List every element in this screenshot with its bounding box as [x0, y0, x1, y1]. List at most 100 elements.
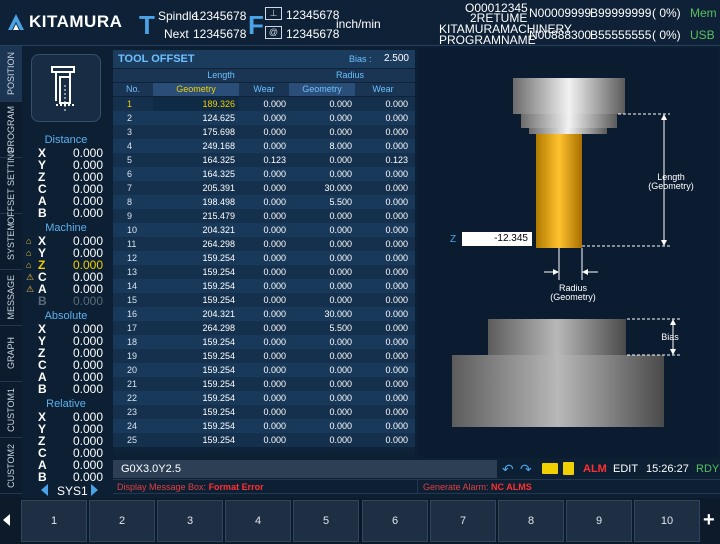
cell-radius-wear[interactable]: 0.000	[355, 321, 411, 335]
redo-icon[interactable]: ↷	[520, 461, 532, 478]
cell-length-wear[interactable]: 0.000	[239, 321, 289, 335]
z-value-field[interactable]: -12.345	[462, 232, 532, 246]
cell-length-wear[interactable]: 0.000	[239, 433, 289, 447]
softkey-6[interactable]: 6	[362, 500, 428, 542]
cell-no[interactable]: 20	[113, 363, 153, 377]
cell-no[interactable]: 7	[113, 181, 153, 195]
cell-length-wear[interactable]: 0.000	[239, 307, 289, 321]
cell-no[interactable]: 12	[113, 251, 153, 265]
cell-length-geometry[interactable]: 205.391	[153, 181, 239, 195]
calculator-icon[interactable]	[563, 462, 574, 475]
cell-radius-geometry[interactable]: 0.000	[289, 237, 355, 251]
table-row[interactable]: 25 159.254 0.000 0.000 0.000	[113, 433, 415, 447]
cell-length-wear[interactable]: 0.000	[239, 293, 289, 307]
cell-length-geometry[interactable]: 164.325	[153, 167, 239, 181]
cell-no[interactable]: 14	[113, 279, 153, 293]
cell-no[interactable]: 24	[113, 419, 153, 433]
cell-length-wear[interactable]: 0.000	[239, 223, 289, 237]
tab-system[interactable]: SYSTEM	[0, 214, 22, 270]
cell-radius-wear[interactable]: 0.000	[355, 167, 411, 181]
cell-length-geometry[interactable]: 249.168	[153, 139, 239, 153]
table-row[interactable]: 18 159.254 0.000 0.000 0.000	[113, 335, 415, 349]
cell-radius-geometry[interactable]: 5.500	[289, 195, 355, 209]
cell-radius-wear[interactable]: 0.000	[355, 405, 411, 419]
cell-radius-wear[interactable]: 0.123	[355, 153, 411, 167]
cell-length-wear[interactable]: 0.000	[239, 125, 289, 139]
cell-no[interactable]: 1	[113, 97, 153, 111]
cell-radius-wear[interactable]: 0.000	[355, 293, 411, 307]
undo-icon[interactable]: ↶	[502, 461, 514, 478]
cell-no[interactable]: 13	[113, 265, 153, 279]
table-row[interactable]: 21 159.254 0.000 0.000 0.000	[113, 377, 415, 391]
table-row[interactable]: 10 204.321 0.000 0.000 0.000	[113, 223, 415, 237]
cell-radius-wear[interactable]: 0.000	[355, 237, 411, 251]
cell-radius-geometry[interactable]: 0.000	[289, 153, 355, 167]
softkey-4[interactable]: 4	[225, 500, 291, 542]
cell-radius-geometry[interactable]: 0.000	[289, 335, 355, 349]
cell-no[interactable]: 5	[113, 153, 153, 167]
cell-no[interactable]: 21	[113, 377, 153, 391]
cell-length-geometry[interactable]: 159.254	[153, 349, 239, 363]
cell-radius-geometry[interactable]: 0.000	[289, 293, 355, 307]
table-row[interactable]: 3 175.698 0.000 0.000 0.000	[113, 125, 415, 139]
cell-radius-wear[interactable]: 0.000	[355, 363, 411, 377]
cell-radius-wear[interactable]: 0.000	[355, 251, 411, 265]
cell-length-wear[interactable]: 0.000	[239, 405, 289, 419]
cell-length-geometry[interactable]: 159.254	[153, 391, 239, 405]
cell-radius-wear[interactable]: 0.000	[355, 419, 411, 433]
cell-length-wear[interactable]: 0.000	[239, 111, 289, 125]
cell-length-geometry[interactable]: 159.254	[153, 433, 239, 447]
cell-no[interactable]: 19	[113, 349, 153, 363]
cell-length-wear[interactable]: 0.000	[239, 391, 289, 405]
keyboard-icon[interactable]	[542, 463, 558, 474]
cell-length-geometry[interactable]: 159.254	[153, 251, 239, 265]
table-row[interactable]: 6 164.325 0.000 0.000 0.000	[113, 167, 415, 181]
cell-length-geometry[interactable]: 159.254	[153, 335, 239, 349]
cell-length-wear[interactable]: 0.000	[239, 181, 289, 195]
cell-length-geometry[interactable]: 264.298	[153, 237, 239, 251]
table-row[interactable]: 12 159.254 0.000 0.000 0.000	[113, 251, 415, 265]
cell-radius-wear[interactable]: 0.000	[355, 223, 411, 237]
table-row[interactable]: 9 215.479 0.000 0.000 0.000	[113, 209, 415, 223]
cell-radius-geometry[interactable]: 0.000	[289, 97, 355, 111]
table-row[interactable]: 17 264.298 0.000 5.500 0.000	[113, 321, 415, 335]
cell-length-geometry[interactable]: 159.254	[153, 405, 239, 419]
tab-custom1[interactable]: CUSTOM1	[0, 382, 22, 438]
table-row[interactable]: 19 159.254 0.000 0.000 0.000	[113, 349, 415, 363]
cell-radius-geometry[interactable]: 0.000	[289, 265, 355, 279]
cell-radius-wear[interactable]: 0.000	[355, 97, 411, 111]
softkey-1[interactable]: 1	[21, 500, 87, 542]
softkey-3[interactable]: 3	[157, 500, 223, 542]
softkey-5[interactable]: 5	[293, 500, 359, 542]
cell-radius-geometry[interactable]: 0.000	[289, 279, 355, 293]
cell-radius-geometry[interactable]: 0.000	[289, 125, 355, 139]
cell-length-geometry[interactable]: 189.326	[153, 97, 239, 111]
tab-graph[interactable]: GRAPH	[0, 326, 22, 382]
cell-radius-wear[interactable]: 0.000	[355, 335, 411, 349]
cell-length-wear[interactable]: 0.123	[239, 153, 289, 167]
cell-length-wear[interactable]: 0.000	[239, 363, 289, 377]
cell-radius-geometry[interactable]: 0.000	[289, 223, 355, 237]
cell-length-geometry[interactable]: 264.298	[153, 321, 239, 335]
table-row[interactable]: 22 159.254 0.000 0.000 0.000	[113, 391, 415, 405]
cell-length-geometry[interactable]: 204.321	[153, 307, 239, 321]
softkey-8[interactable]: 8	[498, 500, 564, 542]
command-input[interactable]: G0X3.0Y2.5	[113, 460, 497, 478]
table-row[interactable]: 7 205.391 0.000 30.000 0.000	[113, 181, 415, 195]
cell-no[interactable]: 4	[113, 139, 153, 153]
cell-length-geometry[interactable]: 198.498	[153, 195, 239, 209]
cell-no[interactable]: 22	[113, 391, 153, 405]
cell-radius-geometry[interactable]: 30.000	[289, 307, 355, 321]
cell-length-geometry[interactable]: 159.254	[153, 279, 239, 293]
cell-length-geometry[interactable]: 175.698	[153, 125, 239, 139]
tab-offset-setting[interactable]: OFFSET SETTING	[0, 147, 22, 224]
cell-no[interactable]: 8	[113, 195, 153, 209]
cell-length-geometry[interactable]: 159.254	[153, 419, 239, 433]
cell-no[interactable]: 9	[113, 209, 153, 223]
table-row[interactable]: 23 159.254 0.000 0.000 0.000	[113, 405, 415, 419]
cell-no[interactable]: 3	[113, 125, 153, 139]
cell-radius-geometry[interactable]: 8.000	[289, 139, 355, 153]
cell-radius-geometry[interactable]: 0.000	[289, 111, 355, 125]
table-row[interactable]: 20 159.254 0.000 0.000 0.000	[113, 363, 415, 377]
cell-radius-wear[interactable]: 0.000	[355, 349, 411, 363]
